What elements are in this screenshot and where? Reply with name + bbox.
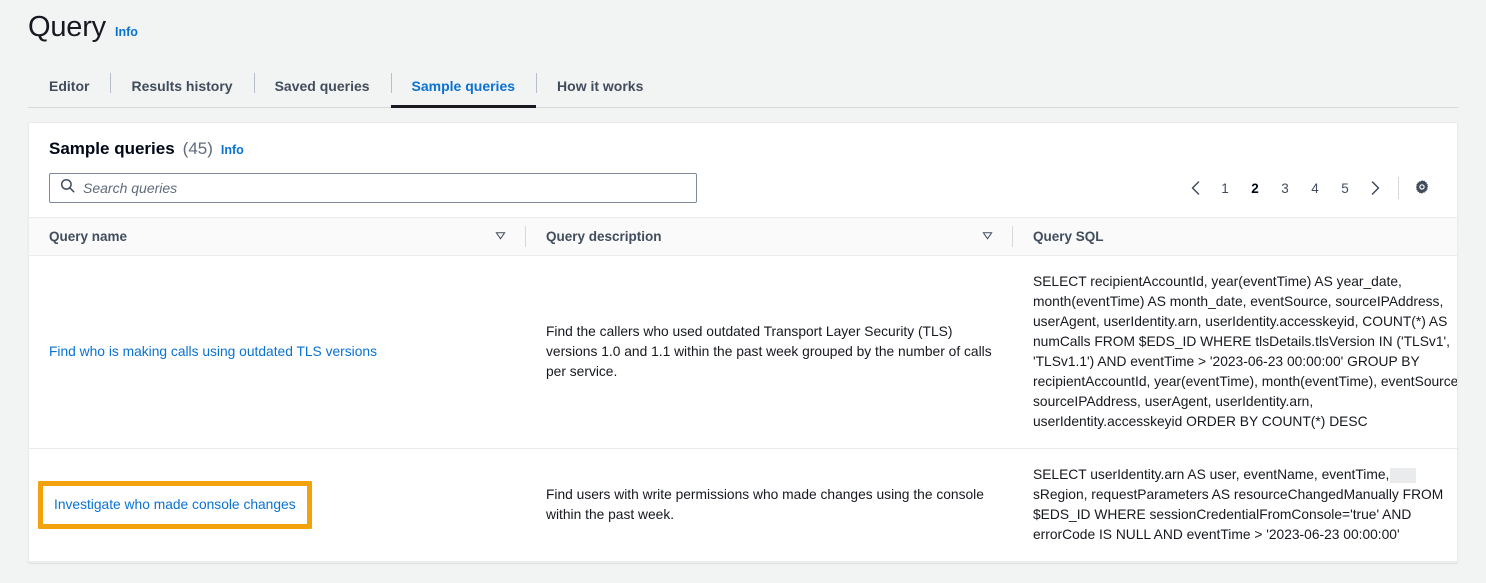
gear-icon <box>1415 180 1429 194</box>
panel-title-row: Sample queries (45) Info <box>49 139 1437 159</box>
pagination-prev-button[interactable] <box>1180 173 1210 203</box>
tab-saved-queries-label: Saved queries <box>274 78 370 94</box>
panel-title: Sample queries <box>49 139 175 158</box>
search-input[interactable] <box>83 180 686 196</box>
table-header-row: Query name Query description Query SQL <box>29 217 1457 256</box>
query-sql-text-after-redaction: sRegion, requestParameters AS resourceCh… <box>1033 487 1444 542</box>
pagination-page-2-label: 2 <box>1251 180 1259 196</box>
tab-sample-queries[interactable]: Sample queries <box>390 70 537 108</box>
panel-tools-row: 1 2 3 4 5 <box>49 173 1437 203</box>
pagination-next-button[interactable] <box>1360 173 1390 203</box>
column-header-query-description[interactable]: Query description <box>526 217 1013 256</box>
pagination-page-1-label: 1 <box>1221 180 1229 196</box>
search-box[interactable] <box>49 173 697 203</box>
panel-count: (45) <box>182 139 213 158</box>
tab-sample-queries-label: Sample queries <box>411 78 516 94</box>
pagination-page-3-label: 3 <box>1281 180 1289 196</box>
cell-query-name: Investigate who made console changes <box>29 448 526 562</box>
tab-results-history-label: Results history <box>131 78 233 94</box>
tab-editor[interactable]: Editor <box>28 70 110 108</box>
sample-queries-panel: Sample queries (45) Info Search queries … <box>28 122 1458 563</box>
sort-descending-icon[interactable] <box>982 229 993 244</box>
table-body: Find who is making calls using outdated … <box>29 255 1457 562</box>
search-icon <box>60 178 75 198</box>
pagination-page-5[interactable]: 5 <box>1330 173 1360 203</box>
cell-query-sql: SELECT recipientAccountId, year(eventTim… <box>1013 255 1457 449</box>
query-name-link-tls-versions[interactable]: Find who is making calls using outdated … <box>49 344 377 359</box>
page-info-link[interactable]: Info <box>115 25 138 39</box>
query-sql-text-before-redaction: SELECT userIdentity.arn AS user, eventNa… <box>1033 467 1390 482</box>
tab-editor-label: Editor <box>49 78 90 94</box>
sort-descending-icon[interactable] <box>495 229 506 244</box>
cell-query-name: Find who is making calls using outdated … <box>29 255 526 449</box>
tab-bar: Editor Results history Saved queries Sam… <box>0 70 1486 108</box>
query-name-link-console-changes[interactable]: Investigate who made console changes <box>54 497 296 512</box>
tab-list: Editor Results history Saved queries Sam… <box>28 70 1458 108</box>
page-header: Query Info <box>0 0 1486 44</box>
table-row: Find who is making calls using outdated … <box>29 255 1457 449</box>
tab-how-it-works-label: How it works <box>557 78 644 94</box>
pagination-page-2[interactable]: 2 <box>1240 173 1270 203</box>
highlight-annotation-box: Investigate who made console changes <box>38 481 312 529</box>
cell-query-description: Find users with write permissions who ma… <box>526 448 1013 562</box>
pagination-page-3[interactable]: 3 <box>1270 173 1300 203</box>
redaction-block <box>1390 467 1417 483</box>
sample-queries-table: Query name Query description Query SQL F… <box>29 217 1457 562</box>
column-header-query-sql: Query SQL <box>1013 217 1457 256</box>
cell-query-sql: SELECT userIdentity.arn AS user, eventNa… <box>1013 448 1457 562</box>
table-row: Investigate who made console changes Fin… <box>29 448 1457 562</box>
page-title: Query <box>28 11 106 43</box>
pagination: 1 2 3 4 5 <box>1180 173 1437 203</box>
pagination-page-4[interactable]: 4 <box>1300 173 1330 203</box>
cell-query-description: Find the callers who used outdated Trans… <box>526 255 1013 449</box>
table-header: Query name Query description Query SQL <box>29 217 1457 256</box>
table-preferences-button[interactable] <box>1407 173 1437 203</box>
panel-header: Sample queries (45) Info Search queries … <box>29 123 1457 217</box>
column-header-query-description-label: Query description <box>546 229 662 244</box>
panel-info-link[interactable]: Info <box>221 143 244 157</box>
tab-saved-queries[interactable]: Saved queries <box>253 70 391 108</box>
column-header-query-sql-label: Query SQL <box>1033 229 1104 244</box>
pagination-page-4-label: 4 <box>1311 180 1319 196</box>
tab-results-history[interactable]: Results history <box>110 70 253 108</box>
pagination-page-5-label: 5 <box>1341 180 1349 196</box>
column-header-query-name-label: Query name <box>49 229 128 244</box>
pagination-page-1[interactable]: 1 <box>1210 173 1240 203</box>
chevron-right-icon <box>1371 181 1379 195</box>
column-header-query-name[interactable]: Query name <box>29 217 526 256</box>
pagination-divider <box>1398 177 1399 199</box>
tab-how-it-works[interactable]: How it works <box>536 70 664 108</box>
chevron-left-icon <box>1191 181 1199 195</box>
